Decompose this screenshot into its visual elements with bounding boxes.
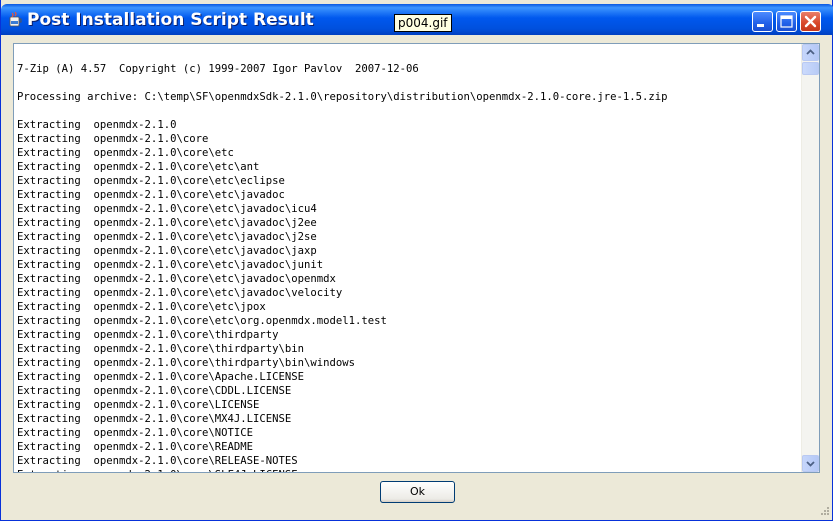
log-line: Extracting openmdx-2.1.0\core\thirdparty… bbox=[17, 343, 305, 355]
log-line: Extracting openmdx-2.1.0\core\etc bbox=[17, 147, 234, 159]
log-line: Extracting openmdx-2.1.0\core\MX4J.LICEN… bbox=[17, 413, 292, 425]
minimize-icon bbox=[757, 24, 764, 27]
log-line: Extracting openmdx-2.1.0\core\etc\eclips… bbox=[17, 175, 285, 187]
log-viewport: 7-Zip (A) 4.57 Copyright (c) 1999-2007 I… bbox=[14, 44, 802, 472]
log-line: Extracting openmdx-2.1.0\core\etc\javado… bbox=[17, 217, 317, 229]
log-line: Extracting openmdx-2.1.0\core\LICENSE bbox=[17, 399, 260, 411]
window-title: Post Installation Script Result bbox=[27, 10, 314, 30]
close-icon bbox=[804, 15, 817, 28]
minimize-button[interactable] bbox=[752, 11, 773, 32]
log-line: 7-Zip (A) 4.57 Copyright (c) 1999-2007 I… bbox=[17, 63, 419, 75]
log-line: Extracting openmdx-2.1.0\core\etc\javado… bbox=[17, 231, 317, 243]
log-lines: 7-Zip (A) 4.57 Copyright (c) 1999-2007 I… bbox=[17, 62, 668, 472]
log-line: Extracting openmdx-2.1.0\core\thirdparty… bbox=[17, 357, 356, 369]
log-line: Extracting openmdx-2.1.0\core\README bbox=[17, 441, 253, 453]
log-line: Extracting openmdx-2.1.0\core\etc\javado… bbox=[17, 287, 343, 299]
log-line: Extracting openmdx-2.1.0\core\etc\javado… bbox=[17, 259, 324, 271]
close-button[interactable] bbox=[800, 11, 821, 32]
log-line: Extracting openmdx-2.1.0\core\RELEASE-NO… bbox=[17, 455, 298, 467]
tooltip: p004.gif bbox=[394, 14, 452, 32]
log-line: Extracting openmdx-2.1.0\core\etc\jpox bbox=[17, 301, 266, 313]
scroll-thumb[interactable] bbox=[802, 62, 819, 75]
output-textarea[interactable]: 7-Zip (A) 4.57 Copyright (c) 1999-2007 I… bbox=[13, 43, 820, 473]
log-line: Extracting openmdx-2.1.0\core bbox=[17, 133, 209, 145]
resize-grip-icon[interactable] bbox=[818, 506, 830, 518]
vertical-scrollbar[interactable] bbox=[801, 44, 819, 472]
log-line: Extracting openmdx-2.1.0\core\NOTICE bbox=[17, 427, 253, 439]
log-line: Extracting openmdx-2.1.0\core\etc\javado… bbox=[17, 273, 336, 285]
log-line: Extracting openmdx-2.1.0\core\SLF4J.LICE… bbox=[17, 468, 668, 472]
scroll-down-button[interactable] bbox=[802, 455, 819, 472]
scroll-up-button[interactable] bbox=[802, 44, 819, 61]
log-line: Extracting openmdx-2.1.0\core\Apache.LIC… bbox=[17, 371, 305, 383]
log-line: Processing archive: C:\temp\SF\openmdxSd… bbox=[17, 91, 668, 103]
log-line: Extracting openmdx-2.1.0\core\etc\javado… bbox=[17, 203, 317, 215]
maximize-button[interactable] bbox=[776, 11, 797, 32]
dialog-window: Post Installation Script Result p004.gif… bbox=[0, 0, 833, 521]
log-line: Extracting openmdx-2.1.0 bbox=[17, 119, 177, 131]
log-line: Extracting openmdx-2.1.0\core\etc\javado… bbox=[17, 189, 285, 201]
ok-button[interactable]: Ok bbox=[380, 481, 455, 503]
log-line: Extracting openmdx-2.1.0\core\etc\javado… bbox=[17, 245, 317, 257]
log-line: Extracting openmdx-2.1.0\core\thirdparty bbox=[17, 329, 279, 341]
log-line: Extracting openmdx-2.1.0\core\etc\org.op… bbox=[17, 315, 387, 327]
maximize-icon bbox=[780, 15, 793, 28]
log-line: Extracting openmdx-2.1.0\core\etc\ant bbox=[17, 161, 260, 173]
log-line: Extracting openmdx-2.1.0\core\CDDL.LICEN… bbox=[17, 385, 292, 397]
chevron-up-icon bbox=[806, 49, 815, 55]
java-app-icon bbox=[7, 11, 23, 28]
chevron-down-icon bbox=[806, 461, 815, 467]
